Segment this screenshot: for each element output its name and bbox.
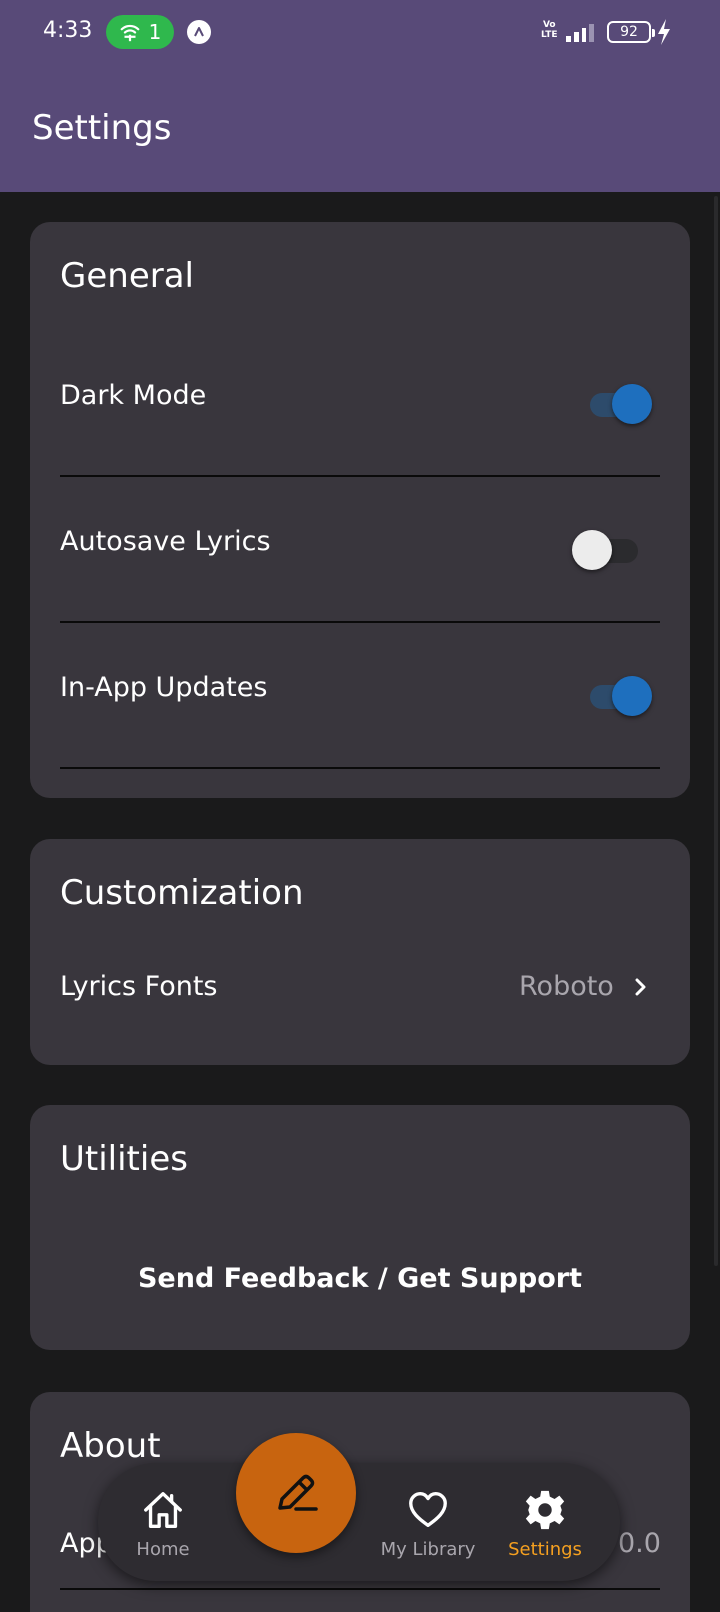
hotspot-indicator: 1 [106, 15, 174, 49]
autosave-lyrics-toggle[interactable] [572, 530, 638, 570]
status-time: 4:33 [43, 18, 93, 43]
utilities-title: Utilities [60, 1139, 188, 1179]
general-card: General Dark Mode Autosave Lyrics In-App… [30, 222, 690, 798]
pencil-icon [278, 1474, 318, 1511]
new-lyrics-fab[interactable] [236, 1433, 356, 1553]
dark-mode-label: Dark Mode [60, 380, 207, 411]
battery-icon: 92 [607, 21, 655, 43]
nav-my-library-label: My Library [380, 1539, 476, 1560]
charging-icon [658, 19, 670, 45]
bottom-navigation: Home My Library Settings [98, 1463, 620, 1581]
nav-settings[interactable]: Settings [490, 1463, 600, 1581]
app-version-value: 0.0 [618, 1528, 661, 1559]
dark-mode-toggle[interactable] [586, 384, 652, 424]
lyrics-fonts-label: Lyrics Fonts [60, 971, 218, 1002]
divider [60, 1588, 660, 1590]
divider [60, 621, 660, 623]
nav-my-library[interactable]: My Library [368, 1463, 488, 1581]
hotspot-icon [120, 24, 139, 42]
app-bar: 4:33 1 Vo LTE 92 Settings [0, 0, 720, 192]
chevron-right-icon [635, 978, 646, 996]
volte-icon: Vo LTE [541, 20, 558, 40]
customization-title: Customization [60, 873, 304, 913]
heart-icon [409, 1492, 447, 1528]
nav-settings-label: Settings [508, 1539, 582, 1560]
utilities-card: Utilities Send Feedback / Get Support [30, 1105, 690, 1350]
divider [60, 767, 660, 769]
nav-home[interactable]: Home [108, 1463, 218, 1581]
page-title: Settings [32, 108, 172, 148]
divider [60, 475, 660, 477]
status-bar: 4:33 1 Vo LTE 92 [0, 0, 720, 64]
lyrics-fonts-row[interactable]: Lyrics Fonts Roboto [30, 959, 690, 1019]
about-title: About [60, 1426, 161, 1466]
hotspot-count: 1 [148, 20, 162, 44]
in-app-updates-toggle[interactable] [586, 676, 652, 716]
lyrics-fonts-value: Roboto [519, 971, 614, 1002]
autosave-lyrics-label: Autosave Lyrics [60, 526, 271, 557]
in-app-updates-label: In-App Updates [60, 672, 268, 703]
scrollbar[interactable] [714, 196, 718, 1266]
nav-home-label: Home [136, 1539, 190, 1560]
gear-icon [525, 1490, 565, 1530]
customization-card: Customization Lyrics Fonts Roboto [30, 839, 690, 1065]
general-title: General [60, 256, 194, 296]
signal-icon [566, 22, 594, 42]
app-notification-icon [187, 20, 211, 44]
send-feedback-button[interactable]: Send Feedback / Get Support [30, 1263, 690, 1294]
home-icon [144, 1492, 182, 1528]
